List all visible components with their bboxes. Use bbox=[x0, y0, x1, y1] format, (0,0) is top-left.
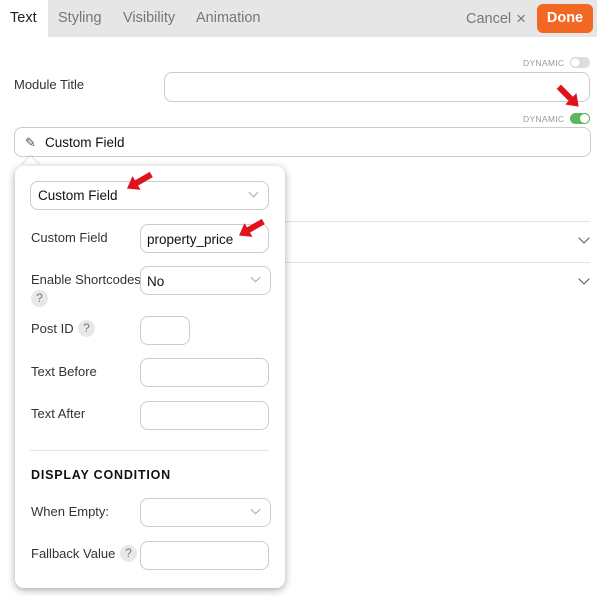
text-after-label: Text After bbox=[31, 406, 86, 421]
divider bbox=[30, 450, 269, 451]
fallback-value-input[interactable] bbox=[140, 541, 269, 570]
close-icon: × bbox=[516, 9, 527, 28]
chevron-down-icon[interactable] bbox=[578, 232, 590, 244]
text-dynamic-value: Custom Field bbox=[45, 135, 125, 150]
text-dynamic-toggle[interactable] bbox=[570, 113, 590, 124]
when-empty-label: When Empty: bbox=[31, 504, 110, 519]
text-before-input[interactable] bbox=[140, 358, 269, 387]
tab-visibility[interactable]: Visibility bbox=[123, 0, 175, 37]
custom-field-value: property_price bbox=[147, 232, 234, 247]
enable-shortcodes-label: Enable Shortcodes bbox=[31, 272, 141, 287]
help-icon[interactable]: ? bbox=[31, 290, 48, 307]
tab-animation[interactable]: Animation bbox=[196, 0, 260, 37]
when-empty-select[interactable] bbox=[140, 498, 271, 527]
chevron-down-icon bbox=[250, 504, 261, 515]
chevron-down-icon[interactable] bbox=[578, 273, 590, 285]
divider bbox=[285, 221, 590, 222]
enable-shortcodes-value: No bbox=[147, 274, 165, 289]
help-icon[interactable]: ? bbox=[120, 545, 137, 562]
divider bbox=[285, 262, 590, 263]
tab-text[interactable]: Text bbox=[0, 0, 48, 37]
text-before-label: Text Before bbox=[31, 364, 97, 379]
module-title-dynamic-label: DYNAMIC bbox=[523, 58, 565, 68]
post-id-label: Post ID bbox=[31, 321, 74, 336]
done-button[interactable]: Done bbox=[537, 4, 593, 33]
cancel-button[interactable]: Cancel × bbox=[466, 0, 526, 37]
source-select[interactable]: Custom Field bbox=[30, 181, 269, 210]
fallback-value-label: Fallback Value bbox=[31, 546, 116, 561]
text-dynamic-label: DYNAMIC bbox=[523, 114, 565, 124]
cancel-label: Cancel bbox=[466, 11, 512, 27]
module-title-input[interactable] bbox=[164, 72, 590, 102]
source-select-value: Custom Field bbox=[38, 188, 118, 203]
help-icon[interactable]: ? bbox=[78, 320, 95, 337]
tab-styling[interactable]: Styling bbox=[58, 0, 102, 37]
enable-shortcodes-select[interactable]: No bbox=[140, 266, 271, 295]
custom-field-label: Custom Field bbox=[31, 230, 108, 245]
chevron-down-icon bbox=[250, 272, 261, 283]
module-title-label: Module Title bbox=[14, 77, 85, 92]
post-id-input[interactable] bbox=[140, 316, 190, 345]
display-condition-heading: DISPLAY CONDITION bbox=[31, 468, 172, 482]
pencil-icon: ✎ bbox=[25, 135, 36, 150]
text-dynamic-field[interactable]: ✎ Custom Field bbox=[14, 127, 591, 157]
chevron-down-icon bbox=[248, 187, 259, 198]
tab-bar: Text Styling Visibility Animation Cancel… bbox=[0, 0, 597, 37]
module-title-dynamic-toggle[interactable] bbox=[570, 57, 590, 68]
text-after-input[interactable] bbox=[140, 401, 269, 430]
